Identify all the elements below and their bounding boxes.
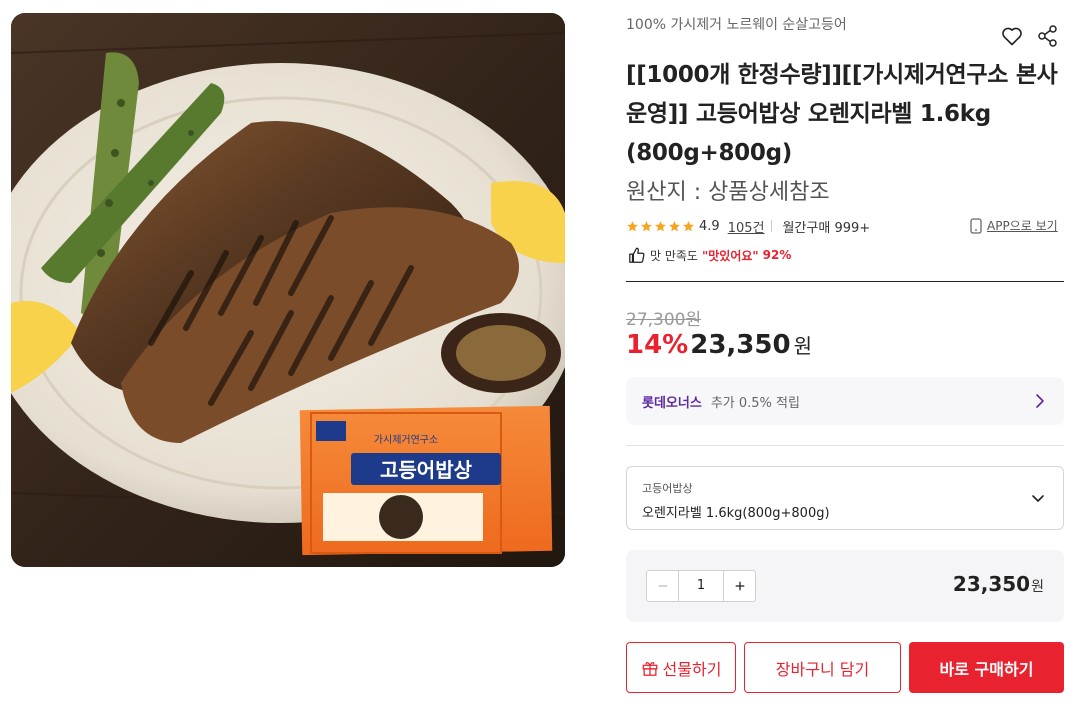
gift-button[interactable]: 선물하기 <box>626 642 736 693</box>
gift-label: 선물하기 <box>662 659 722 679</box>
package-brand: 가시제거연구소 <box>374 434 438 446</box>
quantity-stepper: 1 <box>646 570 756 602</box>
app-view-link[interactable]: APP으로 보기 <box>970 217 1058 234</box>
star-icon <box>627 220 638 231</box>
total-price: 23,350 원 <box>953 572 1044 596</box>
increase-button[interactable] <box>723 571 755 601</box>
taste-highlight: "맛있어요" <box>701 248 759 263</box>
star-icon <box>683 220 694 231</box>
app-view-label: APP으로 보기 <box>987 219 1058 233</box>
gift-icon <box>642 661 657 676</box>
thumbs-up-icon <box>629 247 645 263</box>
heart-icon[interactable] <box>1000 24 1024 48</box>
quantity-panel: 1 23,350 원 <box>626 550 1064 622</box>
star-icon <box>655 220 666 231</box>
divider <box>771 220 773 232</box>
sale-price: 23,350 <box>690 330 791 360</box>
product-photo-illustration: 고등어밥상 가시제거연구소 <box>11 13 565 567</box>
monthly-purchase: 월간구매 999+ <box>782 220 871 236</box>
total-amount: 23,350 <box>952 572 1031 596</box>
option-selected-value: 오렌지라벨 1.6kg(800g+800g) <box>642 506 830 521</box>
star-icon <box>669 220 680 231</box>
section-divider <box>626 445 1064 446</box>
star-icon <box>641 220 652 231</box>
origin-text: 원산지 : 상품상세참조 <box>626 180 830 205</box>
product-image[interactable]: 고등어밥상 가시제거연구소 <box>11 13 565 567</box>
buy-now-button[interactable]: 바로 구매하기 <box>909 642 1064 693</box>
review-count-link[interactable]: 105건 <box>728 217 765 236</box>
chevron-down-icon <box>1032 495 1044 502</box>
currency-unit: 원 <box>793 334 812 358</box>
chevron-right-icon <box>1036 394 1044 408</box>
rating-score: 4.9 <box>699 218 720 234</box>
rating-row: 4.9 105건 월간구매 999+ <box>626 216 870 236</box>
price-row: 14% 23,350 원 <box>626 330 812 360</box>
plus-icon <box>735 581 744 591</box>
star-rating <box>626 220 695 233</box>
product-title: [[1000개 한정수량]][[가시제거연구소 본사운영]] 고등어밥상 오렌지… <box>626 62 1058 166</box>
option-group-label: 고등어밥상 <box>642 482 693 495</box>
decrease-button[interactable] <box>647 571 679 601</box>
quantity-value[interactable]: 1 <box>679 571 723 601</box>
option-select[interactable]: 고등어밥상 오렌지라벨 1.6kg(800g+800g) <box>626 466 1064 530</box>
section-divider <box>626 281 1064 282</box>
taste-percent: 92% <box>762 248 792 262</box>
total-currency: 원 <box>1031 579 1044 595</box>
benefit-brand: 롯데오너스 <box>642 395 702 411</box>
share-icon[interactable] <box>1037 24 1059 48</box>
minus-icon <box>658 585 667 587</box>
discount-rate: 14% <box>626 330 689 360</box>
package-title: 고등어밥상 <box>380 458 473 482</box>
original-price: 27,300원 <box>626 310 702 330</box>
benefit-banner[interactable]: 롯데오너스 추가 0.5% 적립 <box>626 377 1064 425</box>
taste-satisfaction: 맛 만족도 "맛있어요" 92% <box>628 246 791 264</box>
add-to-cart-button[interactable]: 장바구니 담기 <box>744 642 901 693</box>
benefit-text: 추가 0.5% 적립 <box>710 395 800 411</box>
brand-label[interactable]: 100% 가시제거 노르웨이 순살고등어 <box>626 14 847 34</box>
taste-label: 맛 만족도 <box>650 248 698 263</box>
mobile-icon <box>970 217 982 234</box>
